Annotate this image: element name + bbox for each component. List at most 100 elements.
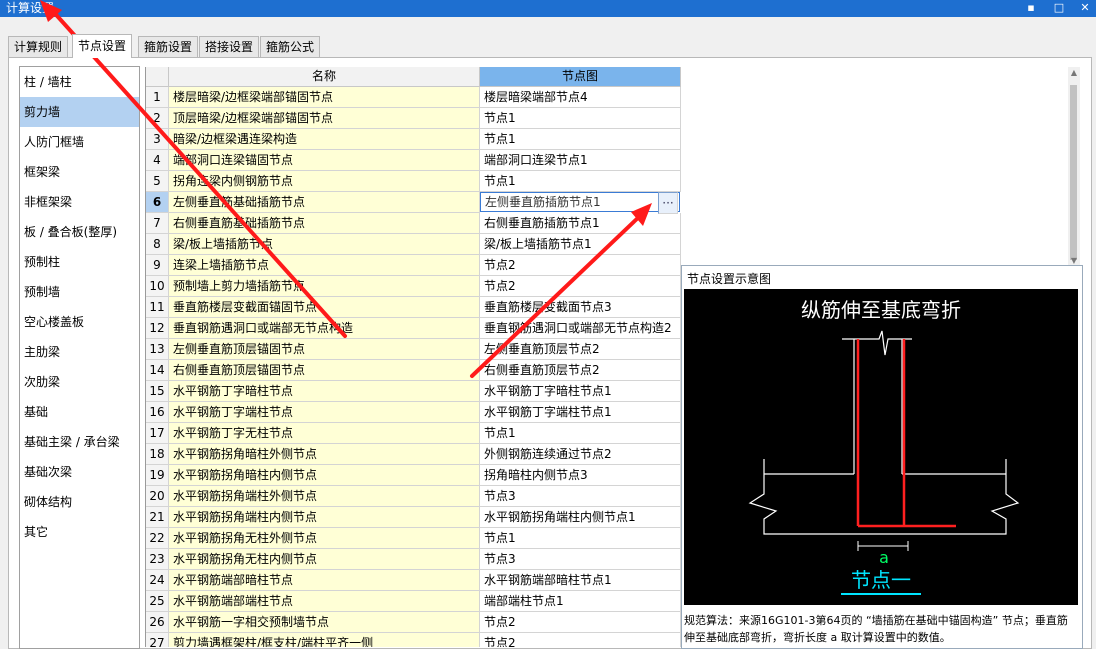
row-name: 水平钢筋拐角无柱内侧节点	[169, 549, 480, 570]
ellipsis-button[interactable]: ···	[658, 192, 678, 214]
table-row[interactable]: 20 水平钢筋拐角端柱外侧节点 节点3	[146, 486, 681, 507]
table-row[interactable]: 10 预制墙上剪力墙插筋节点 节点2	[146, 276, 681, 297]
table-row[interactable]: 16 水平钢筋丁字端柱节点 水平钢筋丁字端柱节点1	[146, 402, 681, 423]
row-number: 14	[146, 360, 169, 381]
category-item[interactable]: 空心楼盖板	[20, 307, 139, 337]
row-number: 25	[146, 591, 169, 612]
row-node-value[interactable]: 节点3	[480, 549, 681, 570]
table-row[interactable]: 3 暗梁/边框梁遇连梁构造 节点1	[146, 129, 681, 150]
row-node-value[interactable]: 节点3	[480, 486, 681, 507]
category-item[interactable]: 其它	[20, 517, 139, 547]
row-node-value[interactable]: 节点1	[480, 171, 681, 192]
row-node-value[interactable]: 水平钢筋拐角端柱内侧节点1	[480, 507, 681, 528]
table-row[interactable]: 21 水平钢筋拐角端柱内侧节点 水平钢筋拐角端柱内侧节点1	[146, 507, 681, 528]
table-row[interactable]: 19 水平钢筋拐角暗柱内侧节点 拐角暗柱内侧节点3	[146, 465, 681, 486]
row-node-value[interactable]: 水平钢筋端部暗柱节点1	[480, 570, 681, 591]
row-number: 7	[146, 213, 169, 234]
row-node-value[interactable]: 垂直钢筋遇洞口或端部无节点构造2	[480, 318, 681, 339]
table-row[interactable]: 8 梁/板上墙插筋节点 梁/板上墙插筋节点1	[146, 234, 681, 255]
close-button[interactable]: ✕	[1072, 0, 1096, 17]
minimize-button[interactable]: ▪	[1018, 0, 1044, 17]
header-node-diagram[interactable]: 节点图	[480, 67, 681, 87]
table-row[interactable]: 18 水平钢筋拐角暗柱外侧节点 外侧钢筋连续通过节点2	[146, 444, 681, 465]
table-row[interactable]: 5 拐角连梁内侧钢筋节点 节点1	[146, 171, 681, 192]
row-node-value[interactable]: 拐角暗柱内侧节点3	[480, 465, 681, 486]
table-row[interactable]: 22 水平钢筋拐角无柱外侧节点 节点1	[146, 528, 681, 549]
table-row[interactable]: 4 端部洞口连梁锚固节点 端部洞口连梁节点1	[146, 150, 681, 171]
row-name: 拐角连梁内侧钢筋节点	[169, 171, 480, 192]
row-node-value[interactable]: 垂直筋楼层变截面节点3	[480, 297, 681, 318]
table-row[interactable]: 23 水平钢筋拐角无柱内侧节点 节点3	[146, 549, 681, 570]
row-name: 水平钢筋拐角暗柱外侧节点	[169, 444, 480, 465]
table-row[interactable]: 15 水平钢筋丁字暗柱节点 水平钢筋丁字暗柱节点1	[146, 381, 681, 402]
tab-lap-settings[interactable]: 搭接设置	[199, 36, 260, 57]
row-node-value[interactable]: 节点2	[480, 633, 681, 647]
row-node-value[interactable]: 端部洞口连梁节点1	[480, 150, 681, 171]
table-row[interactable]: 13 左侧垂直筋顶层锚固节点 左侧垂直筋顶层节点2	[146, 339, 681, 360]
row-node-value[interactable]: 左侧垂直筋顶层节点2	[480, 339, 681, 360]
table-row[interactable]: 24 水平钢筋端部暗柱节点 水平钢筋端部暗柱节点1	[146, 570, 681, 591]
table-row[interactable]: 27 剪力墙遇框架柱/框支柱/端柱平齐一侧 节点2	[146, 633, 681, 647]
category-item[interactable]: 非框架梁	[20, 187, 139, 217]
row-number: 18	[146, 444, 169, 465]
row-node-value[interactable]: 外侧钢筋连续通过节点2	[480, 444, 681, 465]
category-item[interactable]: 主肋梁	[20, 337, 139, 367]
category-item[interactable]: 基础主梁 / 承台梁	[20, 427, 139, 457]
table-row[interactable]: 9 连梁上墙插筋节点 节点2	[146, 255, 681, 276]
row-node-value[interactable]: 节点1	[480, 423, 681, 444]
tab-calc-rules[interactable]: 计算规则	[8, 36, 69, 57]
row-node-value[interactable]: 右侧垂直筋插筋节点1	[480, 213, 681, 234]
row-node-value[interactable]: 节点2	[480, 612, 681, 633]
category-item[interactable]: 框架梁	[20, 157, 139, 187]
vertical-scrollbar[interactable]: ▲ ▼	[1068, 67, 1080, 267]
row-number: 24	[146, 570, 169, 591]
row-node-value[interactable]: 节点1	[480, 108, 681, 129]
table-row[interactable]: 25 水平钢筋端部端柱节点 端部端柱节点1	[146, 591, 681, 612]
row-node-value[interactable]: 梁/板上墙插筋节点1	[480, 234, 681, 255]
row-number: 20	[146, 486, 169, 507]
row-node-value[interactable]: 右侧垂直筋顶层节点2	[480, 360, 681, 381]
category-item[interactable]: 板 / 叠合板(整厚)	[20, 217, 139, 247]
row-name: 水平钢筋丁字暗柱节点	[169, 381, 480, 402]
table-row[interactable]: 6 左侧垂直筋基础插筋节点 左侧垂直筋插筋节点1 ···	[146, 192, 681, 214]
scroll-thumb[interactable]	[1070, 85, 1077, 260]
tab-node-settings[interactable]: 节点设置	[72, 34, 133, 58]
tab-stirrup-formula[interactable]: 箍筋公式	[260, 36, 321, 57]
category-item[interactable]: 砌体结构	[20, 487, 139, 517]
row-node-value[interactable]: 节点2	[480, 276, 681, 297]
category-item[interactable]: 预制墙	[20, 277, 139, 307]
maximize-button[interactable]: □	[1046, 0, 1072, 17]
row-name: 水平钢筋拐角端柱外侧节点	[169, 486, 480, 507]
category-item[interactable]: 人防门框墙	[20, 127, 139, 157]
row-name: 垂直钢筋遇洞口或端部无节点构造	[169, 318, 480, 339]
category-item[interactable]: 柱 / 墙柱	[20, 67, 139, 97]
row-node-value[interactable]: 水平钢筋丁字端柱节点1	[480, 402, 681, 423]
category-item[interactable]: 预制柱	[20, 247, 139, 277]
tab-stirrup-settings[interactable]: 箍筋设置	[138, 36, 199, 57]
table-row[interactable]: 11 垂直筋楼层变截面锚固节点 垂直筋楼层变截面节点3	[146, 297, 681, 318]
table-row[interactable]: 7 右侧垂直筋基础插筋节点 右侧垂直筋插筋节点1	[146, 213, 681, 234]
row-number: 16	[146, 402, 169, 423]
table-row[interactable]: 12 垂直钢筋遇洞口或端部无节点构造 垂直钢筋遇洞口或端部无节点构造2	[146, 318, 681, 339]
category-item[interactable]: 次肋梁	[20, 367, 139, 397]
node-settings-grid: 名称 节点图 1 楼层暗梁/边框梁端部锚固节点 楼层暗梁端部节点4 2 顶层暗梁/边框梁…	[145, 67, 682, 647]
row-name: 预制墙上剪力墙插筋节点	[169, 276, 480, 297]
category-item[interactable]: 基础次梁	[20, 457, 139, 487]
scroll-up-icon[interactable]: ▲	[1068, 67, 1080, 79]
row-node-value[interactable]: 节点1	[480, 129, 681, 150]
row-node-value[interactable]: 左侧垂直筋插筋节点1	[480, 192, 680, 212]
table-row[interactable]: 1 楼层暗梁/边框梁端部锚固节点 楼层暗梁端部节点4	[146, 87, 681, 108]
row-node-value[interactable]: 端部端柱节点1	[480, 591, 681, 612]
window-titlebar: 计算设置 ▪ □ ✕	[0, 0, 1096, 17]
table-row[interactable]: 26 水平钢筋一字相交预制墙节点 节点2	[146, 612, 681, 633]
row-node-value[interactable]: 节点1	[480, 528, 681, 549]
table-row[interactable]: 14 右侧垂直筋顶层锚固节点 右侧垂直筋顶层节点2	[146, 360, 681, 381]
row-node-value[interactable]: 水平钢筋丁字暗柱节点1	[480, 381, 681, 402]
category-item[interactable]: 剪力墙	[20, 97, 139, 127]
header-name[interactable]: 名称	[169, 67, 480, 87]
row-node-value[interactable]: 节点2	[480, 255, 681, 276]
table-row[interactable]: 2 顶层暗梁/边框梁端部锚固节点 节点1	[146, 108, 681, 129]
category-item[interactable]: 基础	[20, 397, 139, 427]
table-row[interactable]: 17 水平钢筋丁字无柱节点 节点1	[146, 423, 681, 444]
row-node-value[interactable]: 楼层暗梁端部节点4	[480, 87, 681, 108]
